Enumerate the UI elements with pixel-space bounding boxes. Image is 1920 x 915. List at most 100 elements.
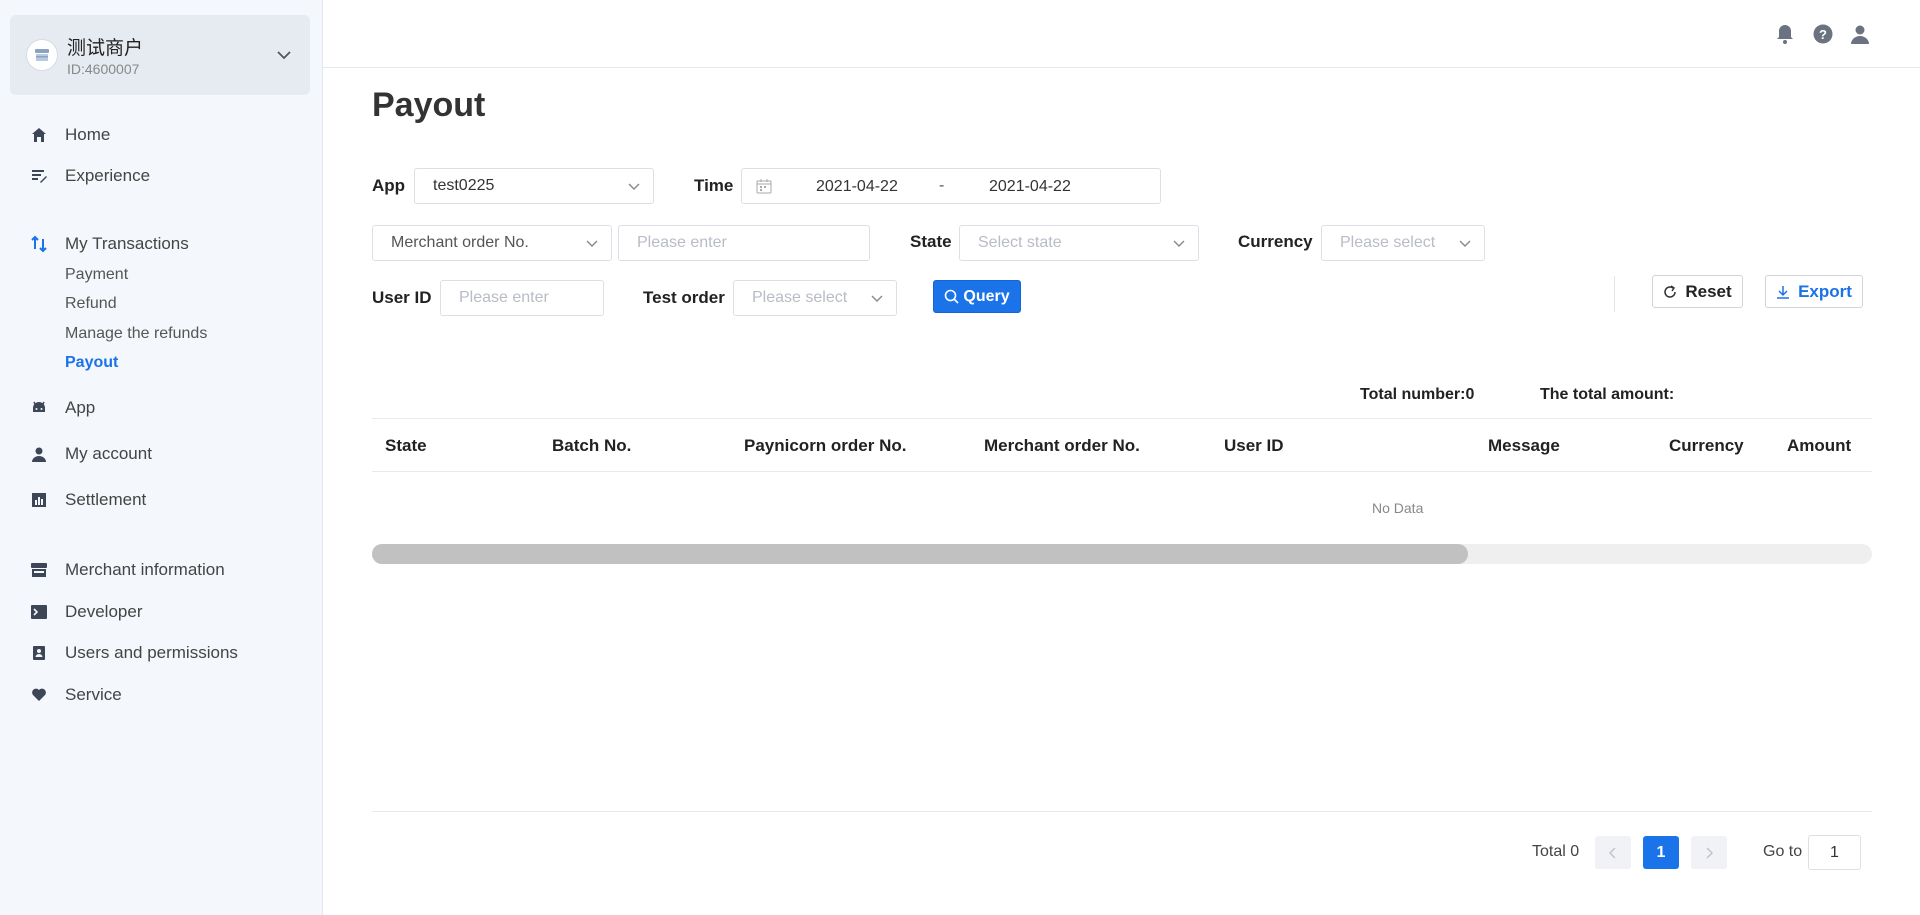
sidebar-item-label: My Transactions bbox=[65, 234, 189, 253]
export-button-label: Export bbox=[1798, 281, 1852, 301]
column-header: Batch No. bbox=[552, 436, 632, 455]
download-icon bbox=[1777, 285, 1790, 299]
page-title: Payout bbox=[372, 86, 486, 124]
test-order-label: Test order bbox=[643, 288, 725, 307]
sidebar-item-label: App bbox=[65, 398, 96, 417]
sidebar-sub-manage-refunds[interactable]: Manage the refunds bbox=[65, 325, 207, 343]
test-order-select[interactable]: Please select bbox=[733, 280, 897, 316]
total-amount: The total amount: bbox=[1540, 386, 1675, 403]
goto-page-input[interactable] bbox=[1808, 835, 1861, 870]
store-icon bbox=[30, 561, 48, 579]
topbar: ? bbox=[323, 0, 1920, 68]
currency-select-placeholder: Please select bbox=[1340, 234, 1436, 251]
column-header: State bbox=[385, 436, 427, 455]
chevron-down-icon bbox=[586, 240, 598, 247]
date-start: 2021-04-22 bbox=[816, 178, 898, 195]
sidebar-item-label: Experience bbox=[65, 166, 151, 185]
next-page-button[interactable] bbox=[1691, 836, 1727, 869]
sidebar-item-experience[interactable]: Experience bbox=[0, 158, 323, 194]
experience-icon bbox=[30, 167, 48, 185]
query-button-label: Query bbox=[963, 287, 1010, 305]
date-range-picker[interactable]: 2021-04-22 - 2021-04-22 bbox=[741, 168, 1161, 204]
app-select-value: test0225 bbox=[433, 177, 495, 194]
sidebar-sub-payout[interactable]: Payout bbox=[65, 354, 118, 372]
sidebar-sub-payment[interactable]: Payment bbox=[65, 266, 128, 284]
transfer-icon bbox=[30, 235, 48, 253]
sidebar-item-app[interactable]: App bbox=[0, 390, 323, 426]
chevron-down-icon[interactable] bbox=[274, 45, 294, 65]
sidebar-item-merchant-information[interactable]: Merchant information bbox=[0, 552, 323, 588]
state-label: State bbox=[910, 232, 952, 251]
sidebar-item-label: Service bbox=[65, 685, 122, 704]
chevron-left-icon bbox=[1608, 846, 1616, 859]
app-label: App bbox=[372, 176, 406, 195]
sidebar-item-label: Developer bbox=[65, 602, 143, 621]
goto-label: Go to bbox=[1763, 843, 1803, 860]
sidebar-item-users-permissions[interactable]: Users and permissions bbox=[0, 635, 323, 671]
merchant-name: 测试商户 bbox=[67, 38, 144, 59]
sidebar-item-label: Merchant information bbox=[65, 560, 225, 579]
prev-page-button[interactable] bbox=[1595, 836, 1631, 869]
query-button[interactable]: Query bbox=[933, 280, 1021, 313]
chevron-down-icon bbox=[628, 183, 640, 190]
date-separator: - bbox=[939, 177, 945, 194]
sidebar-item-label: My account bbox=[65, 444, 152, 463]
contacts-icon bbox=[30, 644, 48, 662]
horizontal-scrollbar-thumb[interactable] bbox=[372, 544, 1468, 564]
pagination-total: Total 0 bbox=[1532, 843, 1580, 860]
help-icon[interactable]: ? bbox=[1813, 24, 1833, 44]
empty-state-text: No Data bbox=[1372, 500, 1424, 516]
currency-select[interactable]: Please select bbox=[1321, 225, 1485, 261]
bell-icon[interactable] bbox=[1775, 24, 1795, 44]
svg-text:?: ? bbox=[1819, 27, 1827, 42]
table-header: State Batch No. Paynicorn order No. Merc… bbox=[372, 418, 1872, 472]
calendar-icon bbox=[756, 179, 772, 194]
time-label: Time bbox=[694, 176, 734, 195]
sidebar-item-settlement[interactable]: Settlement bbox=[0, 482, 323, 518]
order-type-value: Merchant order No. bbox=[391, 234, 529, 251]
sidebar-item-home[interactable]: Home bbox=[0, 117, 323, 153]
date-end: 2021-04-22 bbox=[989, 178, 1071, 195]
state-select-placeholder: Select state bbox=[978, 234, 1062, 251]
merchant-switcher[interactable]: 测试商户 ID:4600007 bbox=[10, 15, 310, 95]
sidebar-item-service[interactable]: Service bbox=[0, 677, 323, 713]
order-type-select[interactable]: Merchant order No. bbox=[372, 225, 612, 261]
state-select[interactable]: Select state bbox=[959, 225, 1199, 261]
user-profile-icon[interactable] bbox=[1850, 24, 1870, 44]
sidebar-item-developer[interactable]: Developer bbox=[0, 594, 323, 630]
reset-button[interactable]: Reset bbox=[1652, 275, 1743, 308]
chevron-down-icon bbox=[1173, 240, 1185, 247]
sidebar-sub-refund[interactable]: Refund bbox=[65, 295, 117, 313]
export-button[interactable]: Export bbox=[1765, 275, 1863, 308]
sidebar-item-label: Home bbox=[65, 125, 111, 144]
order-number-input[interactable] bbox=[618, 225, 870, 261]
sidebar-item-label: Settlement bbox=[65, 490, 147, 509]
divider bbox=[372, 811, 1872, 812]
page-button-current[interactable]: 1 bbox=[1643, 836, 1679, 869]
app-root: 测试商户 ID:4600007 Home Experience My Trans… bbox=[0, 0, 1920, 915]
heart-icon bbox=[30, 686, 48, 704]
search-icon bbox=[945, 289, 959, 304]
user-icon bbox=[30, 445, 48, 463]
currency-label: Currency bbox=[1238, 232, 1313, 251]
column-header: Currency bbox=[1669, 436, 1744, 455]
column-header: Paynicorn order No. bbox=[744, 436, 907, 455]
divider bbox=[1614, 276, 1615, 312]
sidebar-item-label: Users and permissions bbox=[65, 643, 238, 662]
bar-chart-icon bbox=[30, 491, 48, 509]
reset-button-label: Reset bbox=[1685, 281, 1732, 301]
home-icon bbox=[30, 126, 48, 144]
merchant-id: ID:4600007 bbox=[67, 61, 140, 77]
chevron-down-icon bbox=[1459, 240, 1471, 247]
column-header: User ID bbox=[1224, 436, 1284, 455]
app-select[interactable]: test0225 bbox=[414, 168, 654, 204]
sidebar-item-my-transactions[interactable]: My Transactions bbox=[0, 226, 323, 262]
refresh-icon bbox=[1664, 284, 1677, 298]
test-order-placeholder: Please select bbox=[752, 289, 848, 306]
column-header: Merchant order No. bbox=[984, 436, 1140, 455]
chevron-right-icon bbox=[1706, 846, 1714, 859]
sidebar: 测试商户 ID:4600007 Home Experience My Trans… bbox=[0, 0, 323, 915]
user-id-input[interactable] bbox=[440, 280, 604, 316]
terminal-icon bbox=[30, 603, 48, 621]
sidebar-item-my-account[interactable]: My account bbox=[0, 436, 323, 472]
